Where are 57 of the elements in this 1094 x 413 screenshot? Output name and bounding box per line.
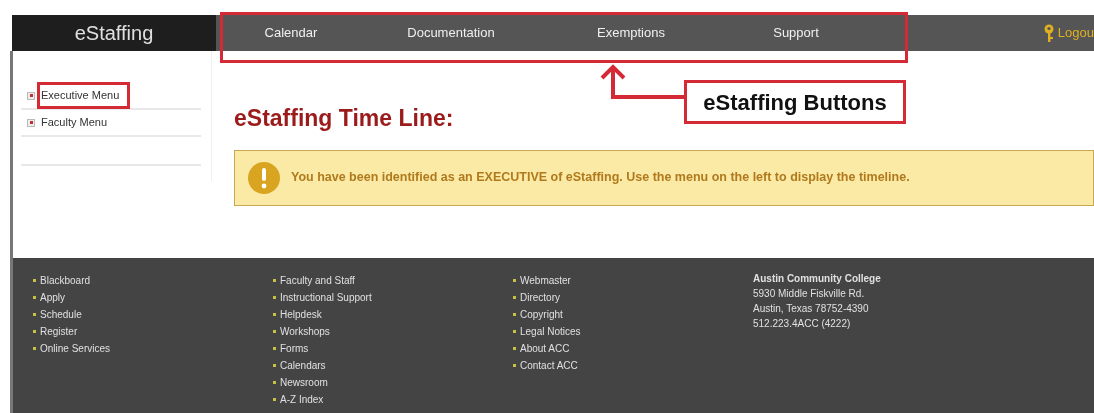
bullet-icon [273, 364, 276, 367]
expand-icon[interactable] [27, 118, 35, 127]
bullet-icon [513, 347, 516, 350]
footer-link[interactable]: Forms [280, 341, 309, 356]
bullet-icon [33, 330, 36, 333]
bullet-icon [273, 330, 276, 333]
menu-link[interactable]: Faculty Menu [37, 111, 112, 134]
bullet-icon [33, 296, 36, 299]
footer-link[interactable]: Online Services [40, 341, 111, 356]
nav-link[interactable]: Documentation [366, 23, 536, 43]
address-line: 512.223.4ACC (4222) [753, 317, 852, 331]
warning-icon [247, 160, 281, 195]
nav-link[interactable]: Exemptions [536, 23, 726, 43]
logo-text: eStaffing [12, 15, 216, 51]
bullet-icon [273, 279, 276, 282]
address-line: Austin Community College [753, 272, 881, 286]
footer-link[interactable]: Workshops [280, 324, 330, 339]
bullet-icon [273, 381, 276, 384]
footer-link[interactable]: Register [40, 324, 78, 339]
bullet-icon [33, 313, 36, 316]
footer-link[interactable]: Directory [520, 290, 560, 305]
bullet-icon [33, 279, 36, 282]
address-line: 5930 Middle Fiskville Rd. [753, 287, 866, 301]
bullet-icon [273, 296, 276, 299]
logout-link[interactable]: Logou [1057, 23, 1094, 43]
bullet-icon [513, 296, 516, 299]
bullet-icon [33, 347, 36, 350]
notice-text: You have been identified as an EXECUTIVE of eStaffing. Use the menu on the left to display the timeline. [291, 169, 910, 187]
footer-link[interactable]: Blackboard [40, 273, 91, 288]
footer-link[interactable]: Contact ACC [520, 358, 578, 373]
bullet-icon [513, 279, 516, 282]
page-title: eStaffing Time Line: [234, 104, 454, 133]
address-line: Austin, Texas 78752-4390 [753, 302, 870, 316]
footer-link[interactable]: Helpdesk [280, 307, 322, 322]
footer-link[interactable]: About ACC [520, 341, 570, 356]
footer-link[interactable]: Faculty and Staff [280, 273, 355, 288]
key-icon [1043, 24, 1054, 42]
expand-icon[interactable] [27, 91, 35, 100]
bullet-icon [273, 347, 276, 350]
menu-link[interactable]: Executive Menu [37, 82, 131, 109]
footer-link[interactable]: Apply [40, 290, 65, 305]
footer-link[interactable]: Calendars [280, 358, 326, 373]
footer-link[interactable]: A-Z Index [280, 392, 324, 407]
footer-link[interactable]: Instructional Support [280, 290, 372, 305]
callout-label: eStaffing Buttons [684, 80, 906, 124]
footer-link[interactable]: Legal Notices [520, 324, 581, 339]
footer-link[interactable]: Webmaster [520, 273, 571, 288]
footer-link[interactable]: Newsroom [280, 375, 328, 390]
nav-link[interactable]: Calendar [216, 23, 366, 43]
bullet-icon [513, 313, 516, 316]
bullet-icon [513, 364, 516, 367]
bullet-icon [273, 398, 276, 401]
nav-link[interactable]: Support [726, 23, 866, 43]
bullet-icon [273, 313, 276, 316]
footer-link[interactable]: Copyright [520, 307, 563, 322]
bullet-icon [513, 330, 516, 333]
footer-link[interactable]: Schedule [40, 307, 82, 322]
